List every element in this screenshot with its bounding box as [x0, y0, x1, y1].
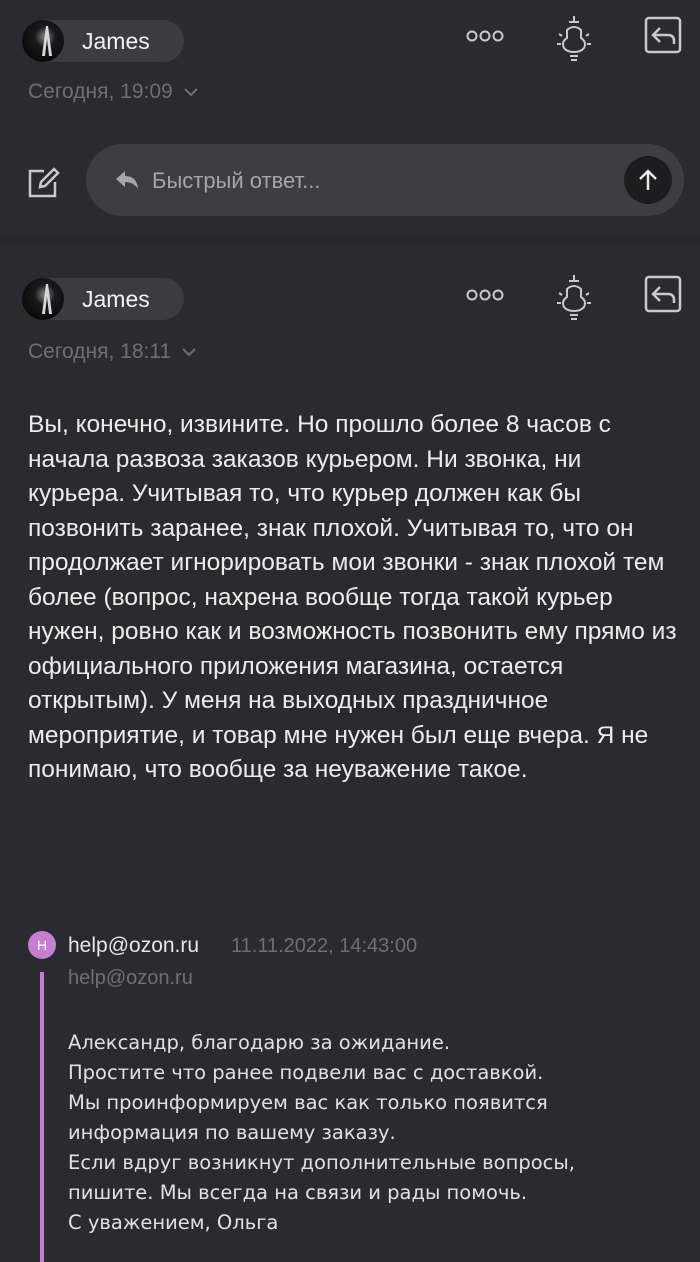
lightbulb-icon[interactable] — [554, 273, 594, 321]
quote-bar — [40, 972, 44, 1262]
quoted-line: информация по вашему заказу. — [68, 1121, 396, 1144]
message-divider — [0, 236, 700, 250]
message-date[interactable]: Сегодня, 19:09 — [28, 80, 199, 104]
quoted-body: Александр, благодарю за ожидание. Прости… — [68, 1028, 668, 1238]
arrow-up-icon — [639, 169, 657, 190]
reply-icon[interactable] — [644, 275, 682, 313]
reply-arrow-icon — [116, 171, 138, 189]
quoted-sender[interactable]: help@ozon.ru — [68, 934, 199, 958]
quoted-line: Мы проинформируем вас как только появитс… — [68, 1091, 548, 1114]
reply-icon[interactable] — [644, 16, 682, 54]
quoted-line: Александр, благодарю за ожидание. — [68, 1031, 451, 1054]
quoted-line: Если вдруг возникнут дополнительные вопр… — [68, 1151, 575, 1174]
sender-chip[interactable]: James — [22, 20, 184, 62]
date-text: Сегодня, 19:09 — [28, 80, 173, 103]
quoted-line: С уважением, Ольга — [68, 1211, 279, 1234]
message-body: Вы, конечно, извините. Но прошло более 8… — [28, 411, 677, 783]
quoted-date: 11.11.2022, 14:43:00 — [231, 935, 418, 957]
quick-reply-input[interactable]: Быстрый ответ... — [86, 144, 684, 216]
message-date[interactable]: Сегодня, 18:11 — [28, 340, 197, 364]
chevron-down-icon — [182, 348, 196, 357]
avatar — [22, 20, 64, 62]
quoted-line: Простите что ранее подвели вас с доставк… — [68, 1061, 544, 1084]
message-header-1: James Сегодня, 19:09 Быстрый ответ... — [0, 0, 700, 236]
more-icon[interactable] — [466, 287, 506, 303]
quick-reply-placeholder: Быстрый ответ... — [152, 168, 321, 193]
sender-avatar: H — [28, 931, 56, 959]
chevron-down-icon — [183, 88, 198, 97]
sender-name: James — [82, 285, 150, 312]
more-icon[interactable] — [466, 28, 506, 44]
send-button[interactable] — [624, 156, 672, 204]
quoted-address: help@ozon.ru — [68, 967, 193, 989]
avatar — [22, 278, 64, 320]
sender-chip[interactable]: James — [22, 278, 184, 320]
sender-name: James — [82, 27, 150, 54]
date-text: Сегодня, 18:11 — [28, 340, 172, 363]
compose-icon[interactable] — [26, 166, 60, 200]
lightbulb-icon[interactable] — [554, 14, 594, 62]
quoted-line: пишите. Мы всегда на связи и рады помочь… — [68, 1181, 528, 1204]
